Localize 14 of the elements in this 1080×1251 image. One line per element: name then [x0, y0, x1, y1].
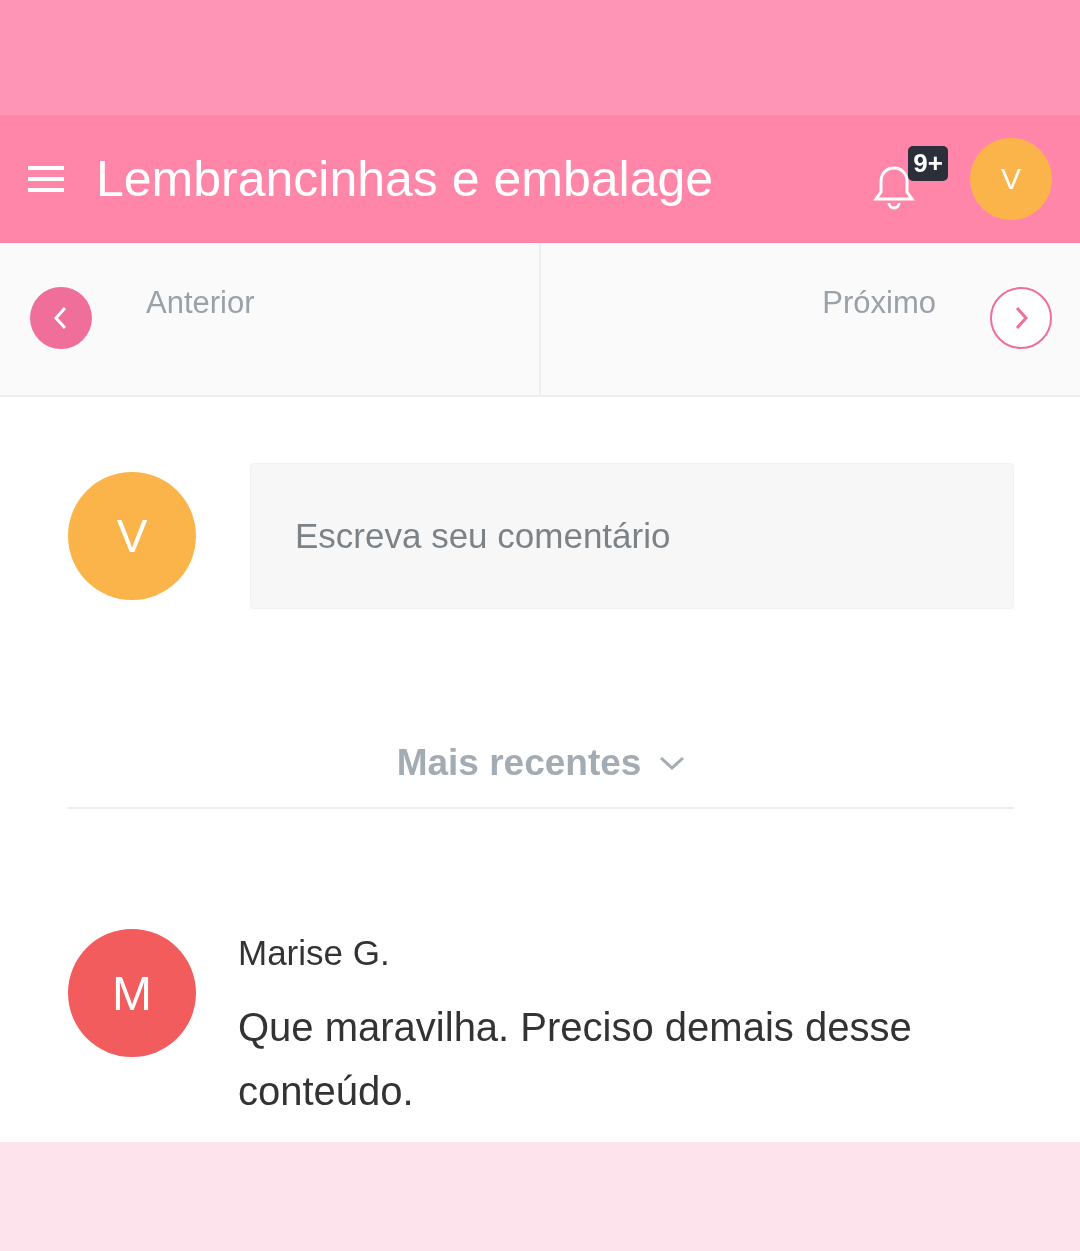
- user-avatar: V: [68, 472, 196, 600]
- chevron-down-icon: [659, 755, 686, 771]
- notification-button[interactable]: 9+: [872, 146, 948, 212]
- next-link[interactable]: Próximo: [539, 243, 1080, 395]
- user-avatar[interactable]: V: [970, 138, 1052, 220]
- sort-dropdown[interactable]: Mais recentes: [390, 741, 692, 785]
- previous-link[interactable]: Anterior: [0, 243, 539, 395]
- notification-badge: 9+: [908, 146, 948, 181]
- comment-text: Que maravilha. Preciso demais desse conteúdo.: [238, 1004, 913, 1115]
- menu-icon[interactable]: [28, 164, 64, 194]
- page-title: Lembrancinhas e embalage: [96, 150, 715, 208]
- commenter-avatar: M: [68, 929, 196, 1057]
- comment-author: Marise G.: [238, 933, 391, 973]
- comment-field[interactable]: Escreva seu comentário: [250, 463, 1014, 609]
